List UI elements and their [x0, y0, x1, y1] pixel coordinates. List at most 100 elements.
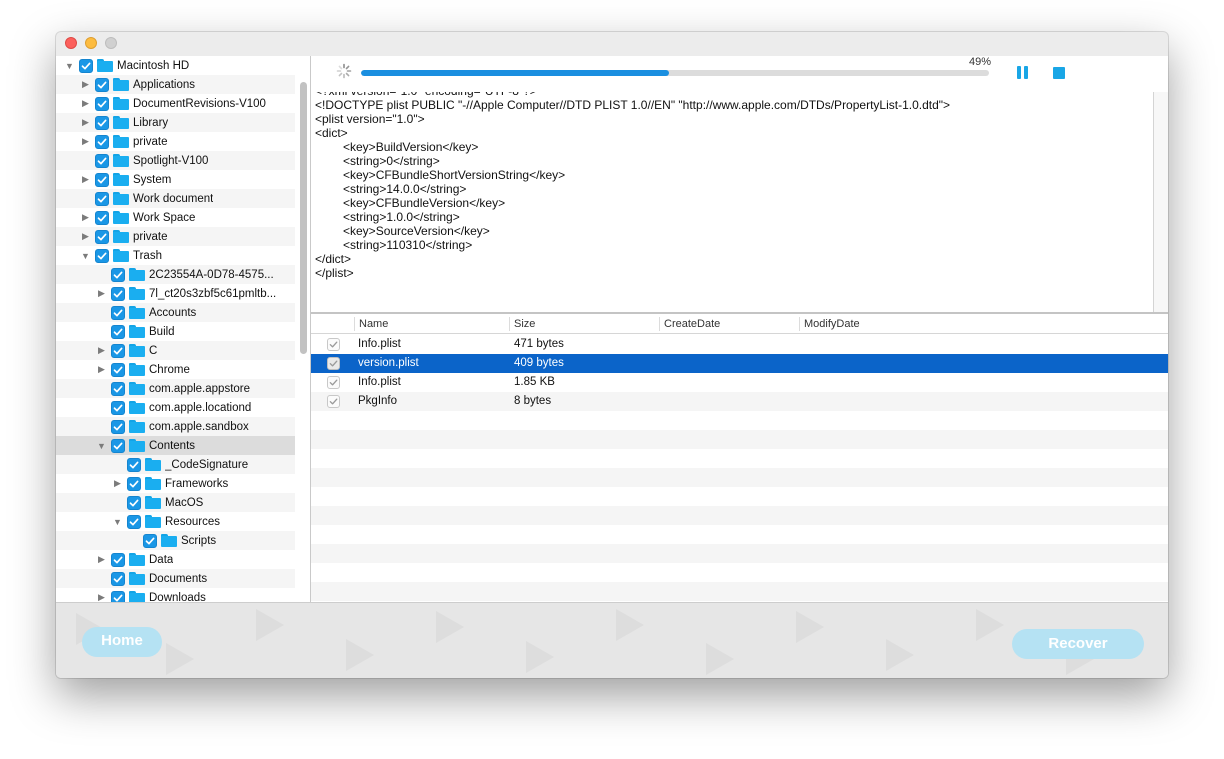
row-checkbox[interactable]: [327, 376, 340, 389]
tree-item-checkbox[interactable]: [111, 286, 125, 301]
tree-item[interactable]: ▶ private: [56, 132, 295, 151]
tree-item-checkbox[interactable]: [111, 267, 125, 282]
tree-item-checkbox[interactable]: [111, 438, 125, 453]
table-row[interactable]: version.plist 409 bytes: [311, 354, 1168, 373]
tree-item[interactable]: Work document: [56, 189, 295, 208]
tree-item-checkbox[interactable]: [111, 419, 125, 434]
disclosure-collapsed-icon[interactable]: ▶: [96, 550, 107, 569]
tree-item[interactable]: ▶ C: [56, 341, 295, 360]
tree-item-label: Data: [149, 553, 174, 566]
tree-item[interactable]: ▶ Chrome: [56, 360, 295, 379]
tree-item[interactable]: Scripts: [56, 531, 295, 550]
preview-line: <string>14.0.0</string>: [343, 182, 467, 196]
pause-button[interactable]: [1017, 66, 1031, 79]
tree-item[interactable]: Accounts: [56, 303, 295, 322]
tree-item-checkbox[interactable]: [95, 153, 109, 168]
tree-item-checkbox[interactable]: [79, 58, 93, 73]
disclosure-collapsed-icon[interactable]: ▶: [96, 360, 107, 379]
tree-item-checkbox[interactable]: [127, 495, 141, 510]
tree-item[interactable]: com.apple.locationd: [56, 398, 295, 417]
tree-item-checkbox[interactable]: [143, 533, 157, 548]
tree-item-checkbox[interactable]: [95, 134, 109, 149]
tree-item-checkbox[interactable]: [111, 305, 125, 320]
tree-item[interactable]: com.apple.sandbox: [56, 417, 295, 436]
disclosure-collapsed-icon[interactable]: ▶: [80, 227, 91, 246]
table-row[interactable]: PkgInfo 8 bytes: [311, 392, 1168, 411]
disclosure-collapsed-icon[interactable]: ▶: [80, 170, 91, 189]
disclosure-collapsed-icon[interactable]: ▶: [96, 341, 107, 360]
tree-item[interactable]: ▶ System: [56, 170, 295, 189]
disclosure-collapsed-icon[interactable]: ▶: [112, 474, 123, 493]
column-header-name[interactable]: Name: [354, 314, 509, 334]
tree-item-checkbox[interactable]: [95, 172, 109, 187]
preview-scroll-gutter[interactable]: [1154, 92, 1168, 312]
table-row[interactable]: Info.plist 1.85 KB: [311, 373, 1168, 392]
tree-item[interactable]: Documents: [56, 569, 295, 588]
zoom-window-button[interactable]: [105, 37, 117, 49]
disclosure-collapsed-icon[interactable]: ▶: [80, 132, 91, 151]
tree-item[interactable]: com.apple.appstore: [56, 379, 295, 398]
disclosure-expanded-icon[interactable]: ▼: [64, 56, 75, 75]
tree-item-checkbox[interactable]: [111, 400, 125, 415]
tree-item[interactable]: ▶ DocumentRevisions-V100: [56, 94, 295, 113]
tree-item[interactable]: Build: [56, 322, 295, 341]
disclosure-collapsed-icon[interactable]: ▶: [96, 284, 107, 303]
tree-item[interactable]: ▼ Resources: [56, 512, 295, 531]
tree-item[interactable]: 2C23554A-0D78-4575...: [56, 265, 295, 284]
tree-item-checkbox[interactable]: [111, 590, 125, 602]
tree-item-checkbox[interactable]: [111, 552, 125, 567]
table-row[interactable]: Info.plist 471 bytes: [311, 335, 1168, 354]
disclosure-expanded-icon[interactable]: ▼: [112, 512, 123, 531]
tree-item[interactable]: ▶ Library: [56, 113, 295, 132]
row-checkbox[interactable]: [327, 395, 340, 408]
tree-item-checkbox[interactable]: [95, 77, 109, 92]
preview-line: <string>110310</string>: [343, 238, 473, 252]
tree-item[interactable]: Spotlight-V100: [56, 151, 295, 170]
column-header-size[interactable]: Size: [509, 314, 659, 334]
column-header-createdate[interactable]: CreateDate: [659, 314, 799, 334]
stop-button[interactable]: [1053, 67, 1065, 79]
tree-item-checkbox[interactable]: [127, 514, 141, 529]
tree-item[interactable]: ▶ Downloads: [56, 588, 295, 602]
tree-item[interactable]: ▶ Work Space: [56, 208, 295, 227]
sidebar-scrollbar[interactable]: [300, 82, 307, 354]
tree-item[interactable]: ▶ Data: [56, 550, 295, 569]
disclosure-collapsed-icon[interactable]: ▶: [80, 113, 91, 132]
tree-item-checkbox[interactable]: [111, 343, 125, 358]
tree-item-checkbox[interactable]: [95, 191, 109, 206]
tree-item[interactable]: MacOS: [56, 493, 295, 512]
tree-item[interactable]: _CodeSignature: [56, 455, 295, 474]
tree-item-checkbox[interactable]: [127, 476, 141, 491]
tree-item[interactable]: ▶ private: [56, 227, 295, 246]
tree-item-checkbox[interactable]: [95, 248, 109, 263]
row-checkbox[interactable]: [327, 357, 340, 370]
tree-item-checkbox[interactable]: [111, 571, 125, 586]
disclosure-collapsed-icon[interactable]: ▶: [80, 75, 91, 94]
tree-item[interactable]: ▼ Trash: [56, 246, 295, 265]
tree-item-checkbox[interactable]: [127, 457, 141, 472]
tree-item-checkbox[interactable]: [95, 210, 109, 225]
disclosure-collapsed-icon[interactable]: ▶: [96, 588, 107, 602]
tree-item-checkbox[interactable]: [95, 229, 109, 244]
recover-button[interactable]: Recover: [1012, 629, 1144, 659]
disclosure-collapsed-icon[interactable]: ▶: [80, 94, 91, 113]
tree-item[interactable]: ▼ Contents: [56, 436, 295, 455]
disclosure-expanded-icon[interactable]: ▼: [96, 436, 107, 455]
tree-item-checkbox[interactable]: [111, 362, 125, 377]
tree-item[interactable]: ▶ Applications: [56, 75, 295, 94]
minimize-window-button[interactable]: [85, 37, 97, 49]
preview-line: <plist version="1.0">: [315, 112, 425, 126]
home-button[interactable]: Home: [82, 627, 162, 657]
disclosure-collapsed-icon[interactable]: ▶: [80, 208, 91, 227]
tree-item[interactable]: ▶ Frameworks: [56, 474, 295, 493]
tree-item[interactable]: ▶ 7l_ct20s3zbf5c61pmltb...: [56, 284, 295, 303]
column-header-modifydate[interactable]: ModifyDate: [799, 314, 999, 334]
close-window-button[interactable]: [65, 37, 77, 49]
disclosure-expanded-icon[interactable]: ▼: [80, 246, 91, 265]
tree-item-checkbox[interactable]: [95, 96, 109, 111]
row-checkbox[interactable]: [327, 338, 340, 351]
tree-item-checkbox[interactable]: [95, 115, 109, 130]
tree-item-checkbox[interactable]: [111, 324, 125, 339]
tree-item-checkbox[interactable]: [111, 381, 125, 396]
tree-item[interactable]: ▼ Macintosh HD: [56, 56, 295, 75]
